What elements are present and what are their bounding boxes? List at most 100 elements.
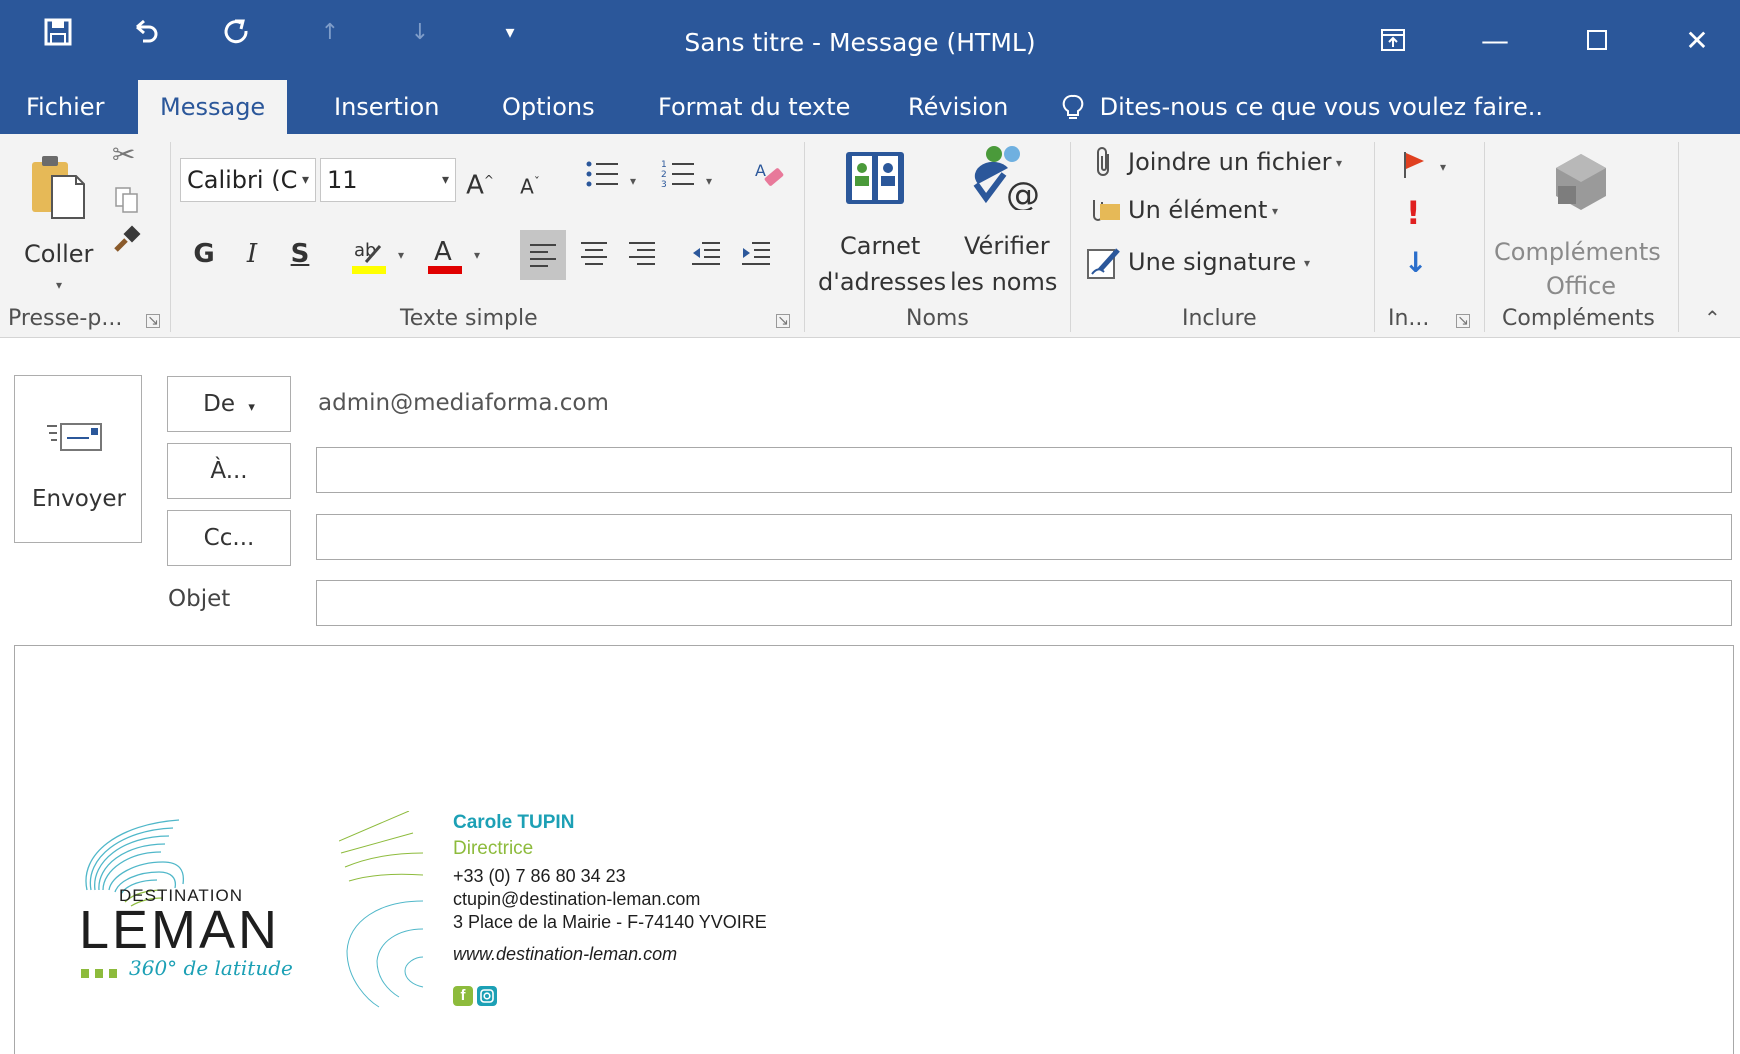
office-addins-label-2: Office xyxy=(1546,272,1617,300)
clear-formatting-icon[interactable]: A xyxy=(750,158,790,198)
title-bar: ↑ ↓ ▾ Sans titre - Message (HTML) — ✕ xyxy=(0,0,1740,90)
numbering-dropdown-icon[interactable]: ▾ xyxy=(706,174,712,188)
window-title: Sans titre - Message (HTML) xyxy=(684,28,1036,57)
font-color-button[interactable]: A xyxy=(426,232,466,278)
collapse-ribbon-icon[interactable]: ⌃ xyxy=(1704,306,1721,330)
ribbon: Coller ▾ ✂ Presse-p... ↘ Calibri (C ▾ 11… xyxy=(0,134,1740,338)
bullets-icon[interactable] xyxy=(578,158,628,198)
signature-address: 3 Place de la Mairie - F-74140 YVOIRE xyxy=(453,912,767,932)
follow-up-flag-icon[interactable] xyxy=(1400,150,1430,184)
shrink-font-icon[interactable]: Aˇ xyxy=(512,162,548,202)
font-color-dropdown-icon[interactable]: ▾ xyxy=(474,248,480,262)
minimize-button[interactable]: — xyxy=(1464,16,1526,64)
low-importance-icon[interactable]: ↓ xyxy=(1404,246,1427,279)
check-names-label-1: Vérifier xyxy=(964,232,1050,260)
clipboard-launcher-icon[interactable]: ↘ xyxy=(146,314,160,328)
attach-file-dropdown-icon: ▾ xyxy=(1336,156,1343,170)
tab-insertion[interactable]: Insertion xyxy=(312,80,461,134)
instagram-icon[interactable] xyxy=(477,986,497,1006)
office-addins-label-1: Compléments xyxy=(1494,238,1661,266)
italic-button[interactable]: I xyxy=(234,234,270,274)
align-left-icon[interactable] xyxy=(520,230,566,280)
attach-item-dropdown-icon: ▾ xyxy=(1272,204,1279,218)
signature-button[interactable]: Une signature ▾ xyxy=(1084,242,1324,284)
font-name-combo[interactable]: Calibri (C ▾ xyxy=(180,158,316,202)
tab-revision[interactable]: Révision xyxy=(886,80,1030,134)
address-book-label-1: Carnet xyxy=(840,232,921,260)
align-center-icon[interactable] xyxy=(574,238,614,278)
numbering-icon[interactable]: 123 xyxy=(654,158,704,198)
subject-field[interactable] xyxy=(316,580,1732,626)
tags-launcher-icon[interactable]: ↘ xyxy=(1456,314,1470,328)
decrease-indent-icon[interactable] xyxy=(686,238,726,278)
check-names-button[interactable]: @ Vérifier les noms xyxy=(944,142,1064,302)
svg-text:@: @ xyxy=(1006,175,1040,210)
cc-button[interactable]: Cc... xyxy=(167,510,291,566)
ribbon-display-options-icon[interactable] xyxy=(1362,16,1424,64)
signature-website[interactable]: www.destination-leman.com xyxy=(453,944,677,965)
svg-text:A: A xyxy=(434,237,452,267)
undo-icon[interactable] xyxy=(116,14,176,50)
office-addins-button[interactable]: Compléments Office xyxy=(1490,146,1670,306)
tell-me-box[interactable]: Dites-nous ce que vous voulez faire.. xyxy=(1062,80,1543,134)
signature-phone: +33 (0) 7 86 80 34 23 xyxy=(453,866,626,886)
signature-decoration xyxy=(338,810,459,1015)
copy-icon[interactable] xyxy=(114,186,140,218)
to-button[interactable]: À... xyxy=(167,443,291,499)
to-field[interactable] xyxy=(316,447,1732,493)
basic-text-launcher-icon[interactable]: ↘ xyxy=(776,314,790,328)
signature-label: Une signature xyxy=(1128,248,1297,276)
flag-dropdown-icon[interactable]: ▾ xyxy=(1440,160,1446,174)
redo-icon[interactable] xyxy=(206,14,266,50)
clipboard-paste-icon xyxy=(28,154,88,224)
office-addins-icon xyxy=(1546,150,1616,224)
cc-field[interactable] xyxy=(316,514,1732,560)
tab-options[interactable]: Options xyxy=(480,80,617,134)
underline-button[interactable]: S xyxy=(282,234,318,274)
attach-file-label: Joindre un fichier xyxy=(1128,148,1332,176)
include-group-label: Inclure xyxy=(1182,306,1257,331)
bullets-dropdown-icon[interactable]: ▾ xyxy=(630,174,636,188)
save-icon[interactable] xyxy=(28,14,88,50)
signature-role: Directrice xyxy=(453,838,534,859)
grow-font-icon[interactable]: A^ xyxy=(462,160,498,201)
highlight-dropdown-icon[interactable]: ▾ xyxy=(398,248,404,262)
tab-message[interactable]: Message xyxy=(138,80,288,134)
bold-button[interactable]: G xyxy=(186,234,222,274)
customize-qat-icon[interactable]: ▾ xyxy=(480,14,540,50)
send-button[interactable]: Envoyer xyxy=(14,375,142,543)
cut-icon[interactable]: ✂ xyxy=(112,138,135,171)
font-size-value: 11 xyxy=(327,166,358,194)
facebook-icon[interactable]: f xyxy=(453,986,473,1006)
close-button[interactable]: ✕ xyxy=(1666,16,1728,64)
arrow-down-icon[interactable]: ↓ xyxy=(390,14,450,50)
maximize-button[interactable] xyxy=(1566,16,1628,64)
logo-tagline: 360° de latitude xyxy=(129,956,293,980)
attach-item-button[interactable]: Un élément ▾ xyxy=(1086,192,1286,232)
names-group-label: Noms xyxy=(906,306,969,331)
paste-label: Coller xyxy=(24,240,94,268)
attach-file-button[interactable]: Joindre un fichier ▾ xyxy=(1090,144,1360,184)
paste-dropdown-icon: ▾ xyxy=(56,278,63,292)
signature-name: Carole TUPIN xyxy=(453,812,575,833)
subject-label: Objet xyxy=(168,586,231,612)
increase-indent-icon[interactable] xyxy=(736,238,776,278)
from-button[interactable]: De ▾ xyxy=(167,376,291,432)
signature-email[interactable]: ctupin@destination-leman.com xyxy=(453,889,700,910)
message-body[interactable]: DESTINATION LEMAN 360° de latitude Carol… xyxy=(14,645,1734,1054)
address-book-button[interactable]: Carnet d'adresses xyxy=(812,142,946,302)
clipboard-group-label: Presse-p... xyxy=(8,306,123,331)
signature-icon xyxy=(1086,246,1124,284)
address-book-label-2: d'adresses xyxy=(818,268,947,296)
signature-dropdown-icon: ▾ xyxy=(1304,256,1311,270)
high-importance-icon[interactable]: ! xyxy=(1406,194,1421,232)
tab-format-du-texte[interactable]: Format du texte xyxy=(636,80,872,134)
arrow-up-icon[interactable]: ↑ xyxy=(300,14,360,50)
align-right-icon[interactable] xyxy=(622,238,662,278)
font-size-combo[interactable]: 11 ▾ xyxy=(320,158,456,202)
format-painter-icon[interactable] xyxy=(112,224,142,258)
tab-fichier[interactable]: Fichier xyxy=(4,80,126,134)
highlight-color-button[interactable]: ab xyxy=(350,232,390,278)
outlook-item-icon xyxy=(1088,196,1122,228)
paste-button[interactable]: Coller ▾ xyxy=(14,148,104,298)
